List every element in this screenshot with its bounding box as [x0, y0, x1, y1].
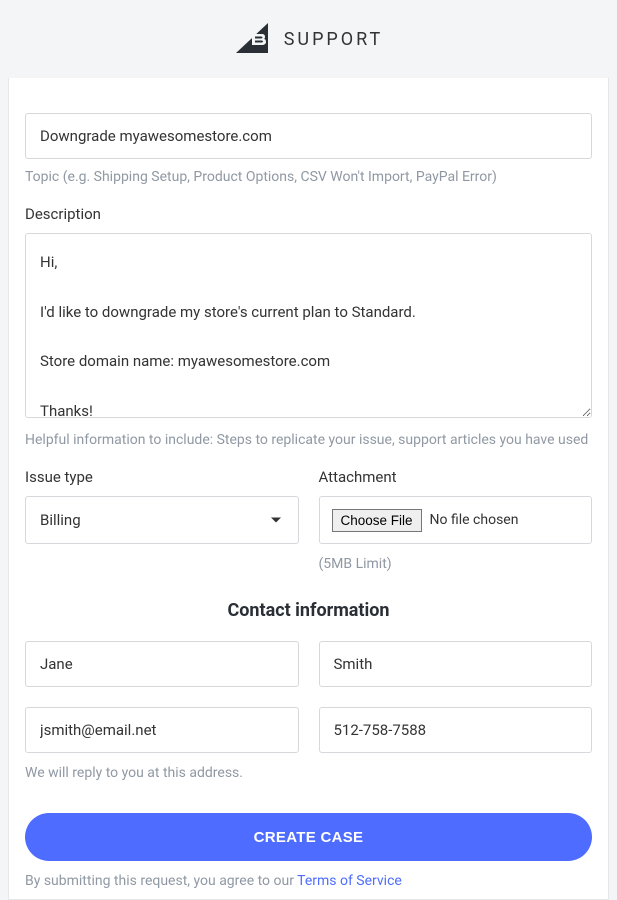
- first-name-input[interactable]: [25, 641, 299, 687]
- bigcommerce-logo-icon: [234, 21, 270, 57]
- create-case-button[interactable]: CREATE CASE: [25, 813, 592, 861]
- support-form-card: Topic (e.g. Shipping Setup, Product Opti…: [8, 78, 609, 900]
- attachment-label: Attachment: [319, 468, 593, 486]
- attachment-limit-text: (5MB Limit): [319, 556, 593, 572]
- attachment-section: Attachment Choose File No file chosen (5…: [319, 468, 593, 572]
- attachment-box: Choose File No file chosen: [319, 496, 593, 544]
- description-section: Description Hi, I'd like to downgrade my…: [25, 205, 592, 448]
- description-label: Description: [25, 205, 592, 223]
- terms-line: By submitting this request, you agree to…: [25, 873, 592, 889]
- contact-helper-text: We will reply to you at this address.: [25, 765, 592, 781]
- app-header: SUPPORT: [0, 0, 617, 78]
- contact-name-row: [25, 641, 592, 687]
- issue-attachment-row: Issue type Billing Attachment Choose Fil…: [25, 468, 592, 572]
- topic-input[interactable]: [25, 113, 592, 159]
- contact-heading: Contact information: [25, 600, 592, 621]
- terms-prefix-text: By submitting this request, you agree to…: [25, 873, 297, 889]
- app-title: SUPPORT: [284, 29, 384, 50]
- phone-input[interactable]: [319, 707, 593, 753]
- choose-file-button[interactable]: Choose File: [332, 509, 422, 532]
- attachment-status-text: No file chosen: [430, 512, 519, 528]
- description-textarea[interactable]: Hi, I'd like to downgrade my store's cur…: [25, 233, 592, 418]
- contact-details-row: [25, 707, 592, 753]
- brand-logo: [234, 21, 270, 57]
- issue-type-section: Issue type Billing: [25, 468, 299, 572]
- topic-section: Topic (e.g. Shipping Setup, Product Opti…: [25, 113, 592, 185]
- issue-type-select[interactable]: Billing: [25, 496, 299, 544]
- description-helper-text: Helpful information to include: Steps to…: [25, 432, 592, 448]
- issue-type-select-wrap: Billing: [25, 496, 299, 544]
- last-name-input[interactable]: [319, 641, 593, 687]
- email-input[interactable]: [25, 707, 299, 753]
- terms-of-service-link[interactable]: Terms of Service: [297, 873, 402, 889]
- issue-type-label: Issue type: [25, 468, 299, 486]
- topic-helper-text: Topic (e.g. Shipping Setup, Product Opti…: [25, 169, 592, 185]
